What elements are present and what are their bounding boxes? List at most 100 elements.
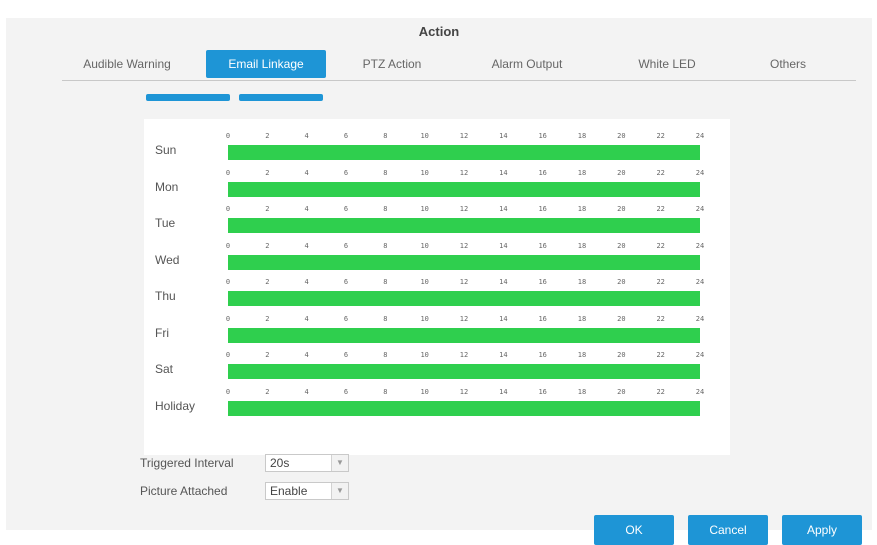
hour-tick: 24: [695, 314, 705, 323]
hour-tick: 0: [225, 132, 231, 140]
chevron-down-icon: ▼: [331, 455, 348, 471]
tab-white-led[interactable]: White LED: [602, 50, 732, 78]
hour-tick: 12: [459, 278, 469, 286]
hour-tick: 18: [577, 168, 587, 177]
hour-tick: 10: [420, 168, 429, 177]
hour-tick: 12: [459, 314, 469, 323]
hour-tick: 18: [577, 278, 587, 286]
hour-tick: 16: [538, 132, 547, 140]
tab-email-linkage[interactable]: Email Linkage: [206, 50, 326, 78]
hour-tick: 20: [617, 205, 626, 213]
hour-tick: 16: [538, 168, 547, 177]
schedule-clear-button[interactable]: [239, 94, 323, 101]
hour-tick: 24: [695, 351, 705, 359]
hour-tick: 20: [617, 314, 626, 323]
hour-tick: 0: [225, 351, 231, 359]
tab-others[interactable]: Others: [728, 50, 848, 78]
dialog-title: Action: [418, 24, 460, 39]
hour-tick: 18: [577, 205, 587, 213]
hour-tick: 0: [225, 278, 231, 286]
hour-tick: 8: [383, 168, 388, 177]
schedule-row: Holiday 0 2 4 6 8 10 12 14 16 18 20 22 24: [144, 375, 730, 417]
hour-tick: 14: [499, 387, 508, 396]
tab-bar: Audible Warning Email Linkage PTZ Action…: [62, 48, 856, 81]
ok-button[interactable]: OK: [594, 515, 674, 545]
hour-tick: 12: [459, 168, 469, 177]
hour-tick: 2: [265, 168, 270, 177]
hour-tick: 22: [656, 351, 665, 359]
triggered-interval-select[interactable]: 20s ▼: [265, 454, 349, 472]
hour-tick: 10: [420, 278, 429, 286]
hour-tick: 2: [265, 314, 270, 323]
hour-tick: 2: [265, 132, 270, 140]
hour-tick: 12: [459, 241, 469, 250]
hour-tick: 4: [304, 241, 309, 250]
hour-tick: 0: [225, 205, 231, 213]
hour-tick: 2: [265, 278, 270, 286]
hour-tick: 18: [577, 387, 587, 396]
hour-tick: 18: [577, 132, 587, 140]
hour-tick: 22: [656, 132, 665, 140]
hour-tick: 24: [695, 241, 705, 250]
hour-tick: 12: [459, 205, 469, 213]
hour-tick: 20: [617, 351, 626, 359]
hour-tick: 8: [383, 387, 388, 396]
hour-tick: 10: [420, 241, 429, 250]
hour-tick: 14: [499, 132, 508, 140]
hour-tick: 24: [695, 168, 705, 177]
hour-tick: 0: [225, 241, 231, 250]
triggered-interval-label: Triggered Interval: [140, 456, 234, 470]
hour-tick: 22: [656, 205, 665, 213]
hour-tick: 6: [343, 278, 349, 286]
hour-tick: 4: [304, 387, 309, 396]
hour-tick: 14: [499, 168, 508, 177]
hour-tick: 24: [695, 132, 705, 140]
hour-tick: 18: [577, 351, 587, 359]
schedule-bar[interactable]: [228, 400, 700, 416]
hour-tick: 14: [499, 205, 508, 213]
hour-tick: 12: [459, 132, 469, 140]
hour-tick: 22: [656, 387, 665, 396]
hour-tick: 8: [383, 241, 388, 250]
hour-tick: 14: [499, 351, 508, 359]
apply-button[interactable]: Apply: [782, 515, 862, 545]
hour-tick: 2: [265, 351, 270, 359]
hour-tick: 10: [420, 132, 429, 140]
hour-tick: 2: [265, 241, 270, 250]
hour-tick: 6: [343, 387, 349, 396]
hour-tick: 16: [538, 351, 547, 359]
hour-tick: 20: [617, 132, 626, 140]
action-dialog: Action Audible Warning Email Linkage PTZ…: [6, 18, 872, 545]
tab-ptz-action[interactable]: PTZ Action: [332, 50, 452, 78]
hour-tick: 18: [577, 314, 587, 323]
hour-tick: 6: [343, 351, 349, 359]
triggered-interval-value: 20s: [270, 456, 290, 470]
hour-tick: 10: [420, 205, 429, 213]
hour-tick: 10: [420, 387, 429, 396]
hour-tick: 6: [343, 241, 349, 250]
hour-tick: 20: [617, 387, 626, 396]
hour-tick: 16: [538, 205, 547, 213]
hour-tick: 0: [225, 168, 231, 177]
hour-tick: 16: [538, 278, 547, 286]
hour-tick: 20: [617, 278, 626, 286]
hour-tick: 12: [459, 387, 469, 396]
picture-attached-select[interactable]: Enable ▼: [265, 482, 349, 500]
hour-tick: 8: [383, 132, 388, 140]
hour-tick: 16: [538, 241, 547, 250]
hour-tick: 6: [343, 168, 349, 177]
hour-tick: 8: [383, 278, 388, 286]
tab-alarm-output[interactable]: Alarm Output: [462, 50, 592, 78]
hour-tick: 12: [459, 351, 469, 359]
hour-tick: 4: [304, 351, 309, 359]
schedule-panel: Sun 0 2 4 6 8 10 12 14 16 18 20 22 24 Mon 0 2 4 6 8 10 12 14 16…: [144, 119, 730, 455]
hour-tick: 20: [617, 241, 626, 250]
hour-tick: 4: [304, 168, 309, 177]
hour-tick: 22: [656, 278, 665, 286]
schedule-select-all-button[interactable]: [146, 94, 230, 101]
tab-audible-warning[interactable]: Audible Warning: [62, 50, 192, 78]
picture-attached-label: Picture Attached: [140, 484, 228, 498]
hour-tick: 22: [656, 241, 665, 250]
hour-tick: 22: [656, 314, 665, 323]
cancel-button[interactable]: Cancel: [688, 515, 768, 545]
